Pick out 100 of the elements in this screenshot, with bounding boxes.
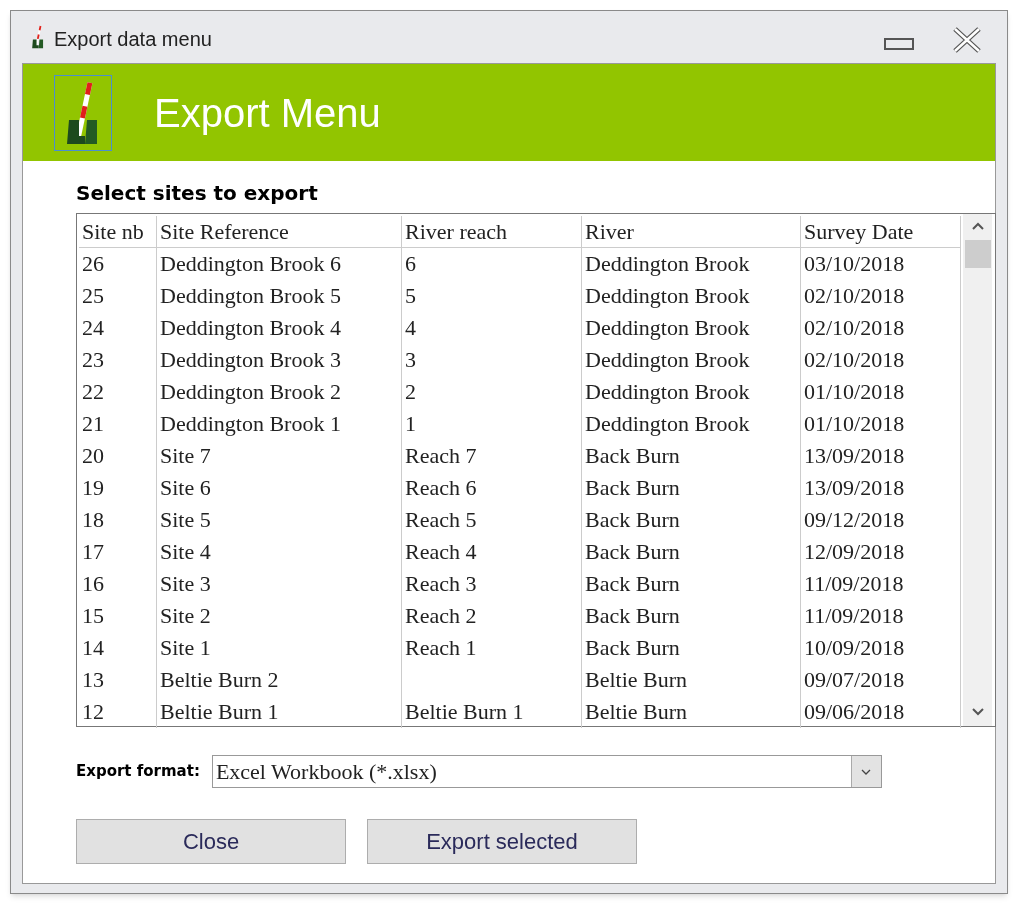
table-cell: Site 3 (157, 568, 402, 600)
table-cell: 25 (79, 280, 157, 312)
table-cell: 24 (79, 312, 157, 344)
table-cell: 11/09/2018 (801, 600, 961, 632)
table-row[interactable]: 17 Site 4 Reach 4 Back Burn 12/09/2018 (79, 536, 961, 568)
table-cell: 09/07/2018 (801, 664, 961, 696)
window-title: Export data menu (54, 27, 212, 52)
minimize-button[interactable] (884, 38, 914, 50)
table-cell: 20 (79, 440, 157, 472)
table-row[interactable]: 18 Site 5 Reach 5 Back Burn 09/12/2018 (79, 504, 961, 536)
table-cell: Reach 5 (402, 504, 582, 536)
table-cell: Back Burn (582, 632, 801, 664)
export-format-dropdown[interactable]: Excel Workbook (*.xlsx) (211, 755, 882, 788)
table-cell: Back Burn (582, 472, 801, 504)
table-cell: 3 (402, 344, 582, 376)
table-cell: 6 (402, 248, 582, 280)
table-row[interactable]: 16 Site 3 Reach 3 Back Burn 11/09/2018 (79, 568, 961, 600)
scroll-thumb[interactable] (964, 240, 991, 268)
table-cell: Site 2 (157, 600, 402, 632)
table-cell: Reach 1 (402, 632, 582, 664)
table-cell: Beltie Burn 1 (402, 696, 582, 728)
table-cell: Site 4 (157, 536, 402, 568)
table-cell: Deddington Brook 5 (157, 280, 402, 312)
table-cell: Site 1 (157, 632, 402, 664)
table-cell: 09/06/2018 (801, 696, 961, 728)
table-cell: Back Burn (582, 440, 801, 472)
table-cell: 16 (79, 568, 157, 600)
table-cell: 02/10/2018 (801, 312, 961, 344)
table-cell: 13/09/2018 (801, 440, 961, 472)
table-cell: 01/10/2018 (801, 376, 961, 408)
table-cell: Deddington Brook (582, 280, 801, 312)
table-cell: Deddington Brook (582, 408, 801, 440)
table-cell: 13 (79, 664, 157, 696)
table-cell: 11/09/2018 (801, 568, 961, 600)
scrollbar[interactable] (963, 214, 992, 726)
table-cell: Reach 4 (402, 536, 582, 568)
table-cell: 02/10/2018 (801, 280, 961, 312)
table-row[interactable]: 23 Deddington Brook 3 3 Deddington Brook 02/10/2018 (79, 344, 961, 376)
table-cell: Deddington Brook 6 (157, 248, 402, 280)
table-cell: Back Burn (582, 568, 801, 600)
table-cell: 15 (79, 600, 157, 632)
table-cell: 12/09/2018 (801, 536, 961, 568)
column-header[interactable]: Site nb (79, 216, 157, 247)
table-row[interactable]: 19 Site 6 Reach 6 Back Burn 13/09/2018 (79, 472, 961, 504)
table-cell: Back Burn (582, 536, 801, 568)
table-cell: 26 (79, 248, 157, 280)
header-title: Export Menu (154, 89, 381, 137)
table-cell: Reach 2 (402, 600, 582, 632)
column-header[interactable]: River reach (402, 216, 582, 247)
table-cell: 23 (79, 344, 157, 376)
table-cell: 5 (402, 280, 582, 312)
table-row[interactable]: 12 Beltie Burn 1 Beltie Burn 1 Beltie Burn 09/06/2018 (79, 696, 961, 728)
close-icon[interactable] (952, 26, 982, 54)
table-cell: 13/09/2018 (801, 472, 961, 504)
table-cell: Back Burn (582, 504, 801, 536)
table-row[interactable]: 26 Deddington Brook 6 6 Deddington Brook 03/10/2018 (79, 248, 961, 280)
table-cell: Deddington Brook 2 (157, 376, 402, 408)
table-cell: Deddington Brook (582, 376, 801, 408)
table-row[interactable]: 20 Site 7 Reach 7 Back Burn 13/09/2018 (79, 440, 961, 472)
table-cell: 14 (79, 632, 157, 664)
table-cell: Beltie Burn 1 (157, 696, 402, 728)
table-cell: 2 (402, 376, 582, 408)
table-cell: Deddington Brook (582, 248, 801, 280)
section-label: Select sites to export (76, 181, 318, 205)
table-cell: Deddington Brook (582, 344, 801, 376)
table-cell: Reach 7 (402, 440, 582, 472)
column-header[interactable]: Site Reference (157, 216, 402, 247)
table-cell: Reach 3 (402, 568, 582, 600)
table-cell: Reach 6 (402, 472, 582, 504)
table-cell: 21 (79, 408, 157, 440)
table-cell: 01/10/2018 (801, 408, 961, 440)
table-cell: 22 (79, 376, 157, 408)
table-cell: Beltie Burn (582, 696, 801, 728)
table-cell: Deddington Brook 3 (157, 344, 402, 376)
table-cell: 19 (79, 472, 157, 504)
table-cell: 18 (79, 504, 157, 536)
table-cell: 03/10/2018 (801, 248, 961, 280)
export-format-label: Export format: (76, 761, 200, 783)
column-header[interactable]: Survey Date (801, 216, 961, 247)
table-row[interactable]: 24 Deddington Brook 4 4 Deddington Brook 02/10/2018 (79, 312, 961, 344)
table-cell: Site 5 (157, 504, 402, 536)
table-cell: 09/12/2018 (801, 504, 961, 536)
close-button[interactable]: Close (76, 819, 346, 864)
table-row[interactable]: 22 Deddington Brook 2 2 Deddington Brook 01/10/2018 (79, 376, 961, 408)
table-row[interactable]: 14 Site 1 Reach 1 Back Burn 10/09/2018 (79, 632, 961, 664)
table-cell: 12 (79, 696, 157, 728)
table-row[interactable]: 21 Deddington Brook 1 1 Deddington Brook 01/10/2018 (79, 408, 961, 440)
table-cell: 17 (79, 536, 157, 568)
scroll-down-icon[interactable] (971, 708, 984, 716)
table-row[interactable]: 15 Site 2 Reach 2 Back Burn 11/09/2018 (79, 600, 961, 632)
column-header[interactable]: River (582, 216, 801, 247)
table-row[interactable]: 25 Deddington Brook 5 5 Deddington Brook 02/10/2018 (79, 280, 961, 312)
table-cell: Site 7 (157, 440, 402, 472)
table-cell: Site 6 (157, 472, 402, 504)
scroll-up-icon[interactable] (971, 222, 984, 230)
export-button[interactable]: Export selected (367, 819, 637, 864)
table-cell: Beltie Burn (582, 664, 801, 696)
table-row[interactable]: 13 Beltie Burn 2 Beltie Burn 09/07/2018 (79, 664, 961, 696)
table-cell: Back Burn (582, 600, 801, 632)
table-cell: Beltie Burn 2 (157, 664, 402, 696)
